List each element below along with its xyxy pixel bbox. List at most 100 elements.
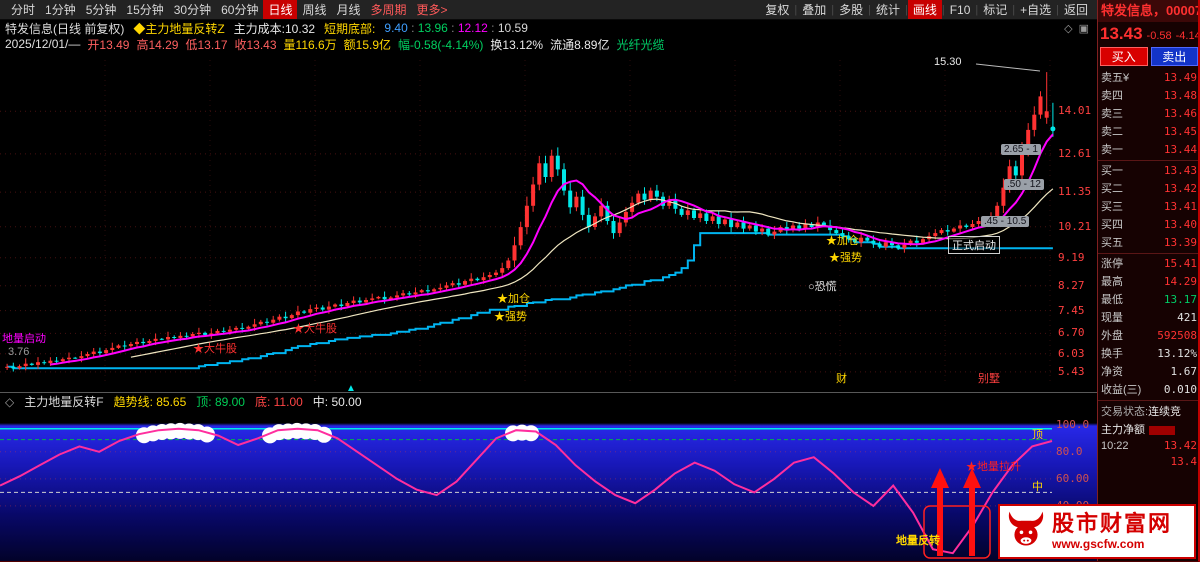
indicator-annotation: ★地量拉升 — [966, 458, 1021, 474]
period-item-2[interactable]: 5分钟 — [81, 0, 122, 19]
bid-row-4[interactable]: 买四13.40 — [1098, 216, 1200, 234]
price-axis-label: 8.27 — [1058, 279, 1085, 292]
site-text: 股市财富网 www.gscfw.com — [1052, 512, 1172, 550]
trade-status-row: 交易状态:连续竞 — [1098, 402, 1200, 420]
chart-annotation: ★大牛股 — [193, 340, 237, 356]
bid-row-2[interactable]: 买二13.42 — [1098, 180, 1200, 198]
ask-row-2[interactable]: 卖二13.45 — [1098, 123, 1200, 141]
quote-panel: 特发信息，00007 13.43 -0.58 -4.14% 买入 卖出 卖五¥1… — [1097, 0, 1200, 562]
bid-levels: 买一13.43买二13.42买三13.41买四13.40买五13.39 — [1098, 162, 1200, 252]
zhuli-net-value — [1149, 426, 1175, 435]
stat-row-4: 外盘592508 — [1098, 327, 1200, 345]
chart-annotation: ★加仓 — [826, 232, 859, 248]
chart-annotation: 正式启动 — [948, 236, 1000, 254]
tool-item-2[interactable]: 多股 — [834, 0, 868, 19]
ohlc-fields: 开13.49高14.29低13.17收13.43量116.6万额15.9亿幅-0… — [87, 36, 671, 53]
period-item-10[interactable]: 更多> — [412, 0, 453, 19]
ask-row-4[interactable]: 卖四13.48 — [1098, 87, 1200, 105]
ohlc-field: 幅-0.58(-4.14%) — [398, 38, 483, 52]
price-axis-label: 11.35 — [1058, 185, 1091, 198]
window-icon[interactable]: ▣ — [1079, 22, 1089, 35]
sell-button[interactable]: 卖出 — [1151, 47, 1199, 66]
stat-row-2: 最低13.17 — [1098, 291, 1200, 309]
indicator-param: 中: 50.00 — [313, 395, 362, 409]
indicator-params: 趋势线: 85.65顶: 89.00底: 11.00中: 50.00 — [114, 393, 372, 410]
price-axis-label: 10.21 — [1058, 220, 1091, 233]
short-bottom-value: 12.12 — [458, 21, 488, 35]
date-label: 2025/12/01/— — [5, 37, 80, 51]
chart-annotation: ○恐慌 — [808, 278, 837, 294]
main-candlestick-chart[interactable]: 14.0112.6111.3510.219.198.277.456.706.03… — [0, 52, 1097, 392]
short-bottom-values: 9.40 : 13.96 : 12.12 : 10.59 — [384, 21, 528, 35]
indicator-name[interactable]: 主力地量反转F — [24, 393, 103, 410]
indicator-annotation: 地量反转 — [896, 532, 940, 548]
tools-menu: 复权|叠加|多股|统计|画线|F10|标记|+自选|返回 — [760, 0, 1097, 19]
bid-row-3[interactable]: 买三13.41 — [1098, 198, 1200, 216]
period-item-4[interactable]: 30分钟 — [169, 0, 216, 19]
tool-item-3[interactable]: 统计 — [871, 0, 905, 19]
period-item-0[interactable]: 分时 — [6, 0, 40, 19]
tool-item-6[interactable]: 标记 — [978, 0, 1012, 19]
period-item-1[interactable]: 1分钟 — [40, 0, 81, 19]
stat-row-6: 净资1.67 — [1098, 363, 1200, 381]
ask-row-5[interactable]: 卖五¥13.49 — [1098, 69, 1200, 87]
bid-row-1[interactable]: 买一13.43 — [1098, 162, 1200, 180]
indicator-collapse-icon[interactable]: ◇ — [5, 395, 14, 409]
collapse-icon[interactable]: ◇ — [1064, 22, 1072, 35]
chart-title-row: 特发信息(日线 前复权) ◆主力地量反转Z 主力成本:10.32 短期底部: 9… — [0, 20, 1097, 36]
bid-row-5[interactable]: 买五13.39 — [1098, 234, 1200, 252]
indicator-param: 顶: 89.00 — [196, 395, 245, 409]
tool-item-4[interactable]: 画线 — [908, 0, 942, 19]
ohlc-data-row: 2025/12/01/— 开13.49高14.29低13.17收13.43量11… — [0, 36, 1097, 52]
chart-annotation: .50 - 12 — [1004, 179, 1044, 190]
trade-status-label: 交易状态: — [1101, 406, 1148, 418]
indicator-panel-chart[interactable]: 100.080.060.0040.00 地量反转★地量拉升顶中 — [0, 410, 1097, 562]
indicator-annotation: 中 — [1032, 478, 1043, 494]
price-change: -0.58 — [1147, 30, 1172, 42]
ohlc-field: 高14.29 — [136, 38, 178, 52]
tool-item-0[interactable]: 复权 — [760, 0, 794, 19]
ohlc-field: 额15.9亿 — [344, 38, 391, 52]
chart-annotation: ★强势 — [494, 308, 527, 324]
last-price: 13.43 — [1100, 24, 1143, 44]
period-item-3[interactable]: 15分钟 — [121, 0, 168, 19]
period-item-7[interactable]: 周线 — [297, 0, 331, 19]
price-axis-label: 12.61 — [1058, 147, 1091, 160]
panel-divider-marker-icon[interactable]: ▲ — [346, 383, 356, 394]
stat-row-5: 换手13.12% — [1098, 345, 1200, 363]
bull-logo-icon — [1006, 510, 1046, 553]
site-url[interactable]: www.gscfw.com — [1052, 537, 1172, 551]
stat-row-3: 现量421 — [1098, 309, 1200, 327]
period-item-6[interactable]: 日线 — [263, 0, 297, 19]
order-buttons: 买入 卖出 — [1098, 46, 1200, 69]
candlestick-svg — [0, 52, 1097, 392]
buy-button[interactable]: 买入 — [1100, 47, 1148, 66]
chart-annotation: 3.76 — [8, 346, 29, 358]
ohlc-field: 开13.49 — [87, 38, 129, 52]
price-axis-label: 6.70 — [1058, 326, 1085, 339]
tool-item-1[interactable]: 叠加 — [797, 0, 831, 19]
tool-item-7[interactable]: +自选 — [1015, 0, 1056, 19]
stock-title: 特发信息(日线 前复权) — [5, 20, 124, 37]
ohlc-field: 流通8.89亿 — [550, 38, 609, 52]
chart-annotation: 2.65 - 1 — [1001, 144, 1041, 155]
site-name: 股市财富网 — [1052, 512, 1172, 536]
period-menu: 分时1分钟5分钟15分钟30分钟60分钟日线周线月线多周期更多> — [0, 0, 453, 19]
status-divider — [1098, 400, 1200, 401]
ask-row-1[interactable]: 卖一13.44 — [1098, 141, 1200, 159]
chart-annotation: 地量启动 — [2, 330, 46, 346]
ask-row-3[interactable]: 卖三13.46 — [1098, 105, 1200, 123]
period-item-9[interactable]: 多周期 — [366, 0, 412, 19]
tool-item-8[interactable]: 返回 — [1059, 0, 1093, 19]
short-bottom-label: 短期底部: — [324, 20, 375, 37]
period-item-5[interactable]: 60分钟 — [216, 0, 263, 19]
indicator-axis-label: 80.0 — [1056, 445, 1083, 458]
main-cost-text: 主力成本:10.32 — [234, 20, 315, 37]
ohlc-field: 低13.17 — [185, 38, 227, 52]
period-item-8[interactable]: 月线 — [332, 0, 366, 19]
tool-item-5[interactable]: F10 — [945, 2, 976, 18]
stat-row-1: 最高14.29 — [1098, 273, 1200, 291]
chart-annotation: .45 - 10.5 — [981, 216, 1029, 227]
main-indicator-name[interactable]: ◆主力地量反转Z — [133, 20, 224, 37]
zhuli-net-row[interactable]: 主力净额 — [1098, 420, 1200, 438]
